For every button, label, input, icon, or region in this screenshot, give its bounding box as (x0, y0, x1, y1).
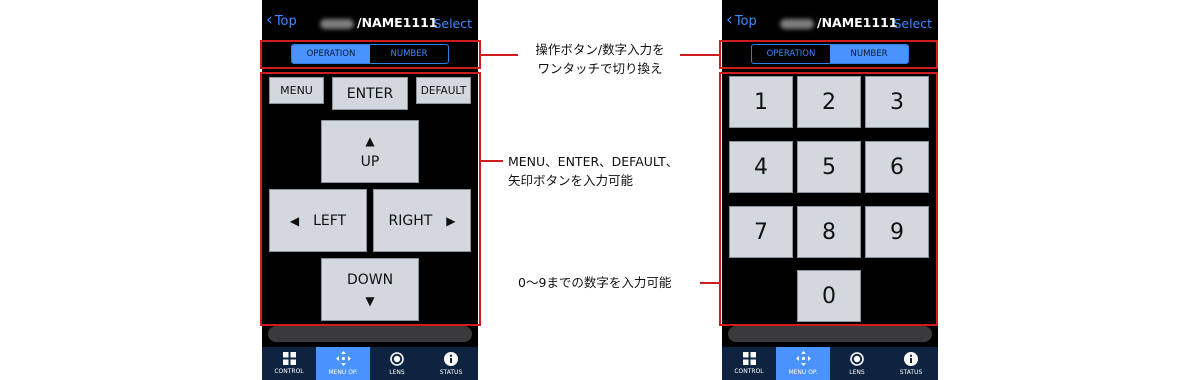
annotation-mode-switch: 操作ボタン/数字入力を ワンタッチで切り換え (524, 40, 676, 78)
tab-control-label: CONTROL (274, 368, 304, 375)
annotation-line: ワンタッチで切り換え (537, 61, 663, 76)
chevron-left-icon: ‹ (266, 10, 273, 30)
tab-status[interactable]: STATUS (424, 347, 478, 380)
input-display-bar (728, 326, 932, 342)
grid-icon (742, 352, 756, 365)
blurred-device-prefix (780, 18, 814, 29)
tab-control[interactable]: CONTROL (722, 347, 776, 380)
tab-status-label: STATUS (439, 368, 463, 376)
tab-lens[interactable]: LENS (830, 347, 884, 380)
device-title-text: /NAME1111 (357, 15, 438, 30)
grid-icon (282, 352, 296, 365)
connector-mode-switch-right (680, 54, 719, 56)
lens-icon (390, 351, 404, 366)
blurred-device-prefix (320, 18, 354, 29)
annotation-number: 0〜9までの数字を入力可能 (518, 273, 671, 292)
tab-menu-op-label: MENU OP. (788, 369, 818, 376)
bottom-tab-bar: CONTROL MENU OP. LENS STATUS (722, 347, 938, 380)
annotation-line: 操作ボタン/数字入力を (535, 42, 665, 57)
tab-status[interactable]: STATUS (884, 347, 938, 380)
device-title: /NAME1111 (780, 15, 897, 30)
select-button[interactable]: Select (893, 16, 932, 31)
move-arrows-icon (335, 351, 351, 366)
connector-operation (481, 160, 503, 162)
lens-icon (850, 351, 864, 366)
tab-control-label: CONTROL (734, 368, 764, 375)
back-label: Top (734, 14, 757, 29)
annotation-operation: MENU、ENTER、DEFAULT、 矢印ボタンを入力可能 (508, 152, 678, 190)
connector-number (700, 282, 719, 284)
tab-menu-op[interactable]: MENU OP. (776, 347, 830, 380)
tab-menu-op[interactable]: MENU OP. (316, 347, 370, 380)
annotation-line: 矢印ボタンを入力可能 (508, 173, 634, 188)
back-button[interactable]: ‹ Top (726, 10, 757, 30)
select-button[interactable]: Select (433, 16, 472, 31)
annotation-line: 0〜9までの数字を入力可能 (518, 275, 672, 290)
chevron-left-icon: ‹ (726, 10, 733, 30)
highlight-mode-switch-right (719, 40, 938, 69)
input-display-bar (268, 326, 472, 342)
tab-lens-label: LENS (849, 368, 865, 376)
device-title-text: /NAME1111 (817, 15, 898, 30)
highlight-mode-switch-left (260, 40, 481, 69)
tab-lens[interactable]: LENS (370, 347, 424, 380)
info-icon (444, 351, 458, 366)
tab-menu-op-label: MENU OP. (328, 369, 358, 376)
bottom-tab-bar: CONTROL MENU OP. LENS STATUS (262, 347, 478, 380)
tab-status-label: STATUS (899, 368, 923, 376)
info-icon (904, 351, 918, 366)
highlight-operation-keys (260, 72, 481, 326)
highlight-number-keys (719, 72, 938, 326)
device-title: /NAME1111 (320, 15, 437, 30)
annotation-line: MENU、ENTER、DEFAULT、 (508, 154, 679, 169)
back-button[interactable]: ‹ Top (266, 10, 297, 30)
back-label: Top (274, 14, 297, 29)
tab-lens-label: LENS (389, 368, 405, 376)
move-arrows-icon (795, 351, 811, 366)
connector-mode-switch-left (481, 54, 518, 56)
tab-control[interactable]: CONTROL (262, 347, 316, 380)
